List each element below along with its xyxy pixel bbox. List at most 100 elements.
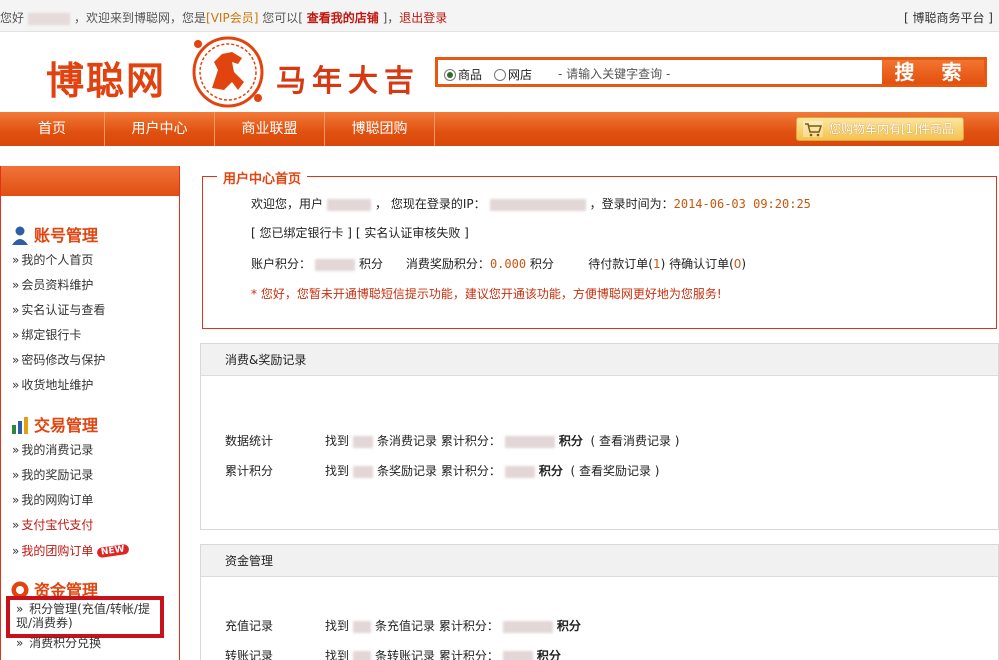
login-time-label: ，登录时间为： — [589, 197, 674, 211]
welcome-box: 用户中心首页 欢迎您，用户 ， 您现在登录的IP： ，登录时间为：2014-06-0… — [202, 168, 997, 329]
view-reward-link[interactable]: ( 查看奖励记录 ) — [571, 464, 660, 478]
reward-unit: 积分 — [529, 257, 554, 271]
sidebar-header — [1, 166, 179, 196]
consume-panel-title: 消费&奖励记录 — [201, 344, 998, 376]
sidebar-item-member-info[interactable]: » 会员资料维护 — [12, 276, 93, 293]
sum-redacted — [504, 465, 535, 478]
horse-emblem-icon — [192, 36, 264, 108]
realname-status[interactable]: [ 实名认证审核失败 ] — [356, 226, 469, 240]
pending-pay-label[interactable]: 待付款订单( — [588, 257, 653, 271]
can-text: 您可以[ — [262, 11, 303, 25]
sms-notice-text: 您好，您暂未开通博聪短信提示功能，建议您开通该功能，方便博聪网更好地为您服务! — [260, 287, 722, 301]
radio-dot-icon — [494, 69, 506, 81]
asterisk-icon: * — [251, 287, 257, 301]
top-bar: 您好 ，欢迎来到博聪网，您是[VIP会员] 您可以[ 查看我的店铺 ]，退出登录 … — [0, 0, 999, 32]
sidebar-item-points-exchange[interactable]: » 消费积分兑换 — [16, 634, 101, 651]
login-time: 2014-06-03 09:20:25 — [673, 197, 811, 211]
points-label: 账户积分： — [251, 257, 312, 271]
sidebar-item-bank-card[interactable]: » 绑定银行卡 — [12, 326, 81, 343]
cart-text: 您购物车内有[1]件商品 — [829, 122, 954, 136]
points-unit: 积分 — [538, 464, 563, 478]
consume-row-label: 数据统计 — [225, 434, 274, 448]
count-redacted — [353, 465, 374, 478]
sidebar-item-address[interactable]: » 收货地址维护 — [12, 376, 93, 393]
search-input[interactable]: - 请输入关键字查询 - — [558, 65, 670, 82]
view-consume-link[interactable]: ( 查看消费记录 ) — [591, 434, 680, 448]
slogan: 马年大吉 — [276, 64, 420, 99]
view-shop-link[interactable]: 查看我的店铺 — [307, 11, 379, 25]
reward-row-label: 累计积分 — [225, 464, 274, 478]
nav-group-buy[interactable]: 博聪团购 — [325, 112, 435, 146]
vip-badge: [VIP会员] — [206, 11, 259, 25]
sidebar-item-realname[interactable]: » 实名认证与查看 — [12, 301, 105, 318]
sms-notice: * 您好，您暂未开通博聪短信提示功能，建议您开通该功能，方便博聪网更好地为您服务… — [251, 285, 722, 302]
close-paren: ) — [741, 257, 747, 271]
username-redacted — [28, 12, 71, 25]
recharge-row: 找到 条充值记录 累计积分： 积分 — [325, 617, 581, 634]
header: 博聪网 马年大吉 商品 网店 - 请输入关键字查询 - 搜 索 — [0, 32, 999, 112]
search-box: 商品 网店 - 请输入关键字查询 - 搜 索 — [435, 57, 987, 87]
points-unit: 积分 — [536, 649, 561, 660]
found-text: 找到 — [325, 619, 350, 633]
sidebar-section-account: 账号管理 — [10, 222, 98, 246]
greeting-prefix: 您好 — [0, 11, 25, 25]
main-nav: 首页 用户中心 商业联盟 博聪团购 您购物车内有[1]件商品 — [0, 112, 999, 146]
pending-pay-count: 1 — [652, 257, 661, 271]
fund-panel-title: 资金管理 — [201, 545, 998, 577]
platform-link[interactable]: [ 博聪商务平台 ] — [904, 9, 993, 26]
nav-home[interactable]: 首页 — [0, 112, 105, 146]
found-text: 找到 — [325, 464, 350, 478]
cart-button[interactable]: 您购物车内有[1]件商品 — [796, 117, 964, 141]
sidebar-item-reward-records[interactable]: » 我的奖励记录 — [12, 466, 93, 483]
sum-redacted — [502, 620, 553, 633]
radio-dot-checked-icon — [444, 69, 456, 81]
sum-redacted — [502, 650, 533, 660]
sidebar-item-consume-records[interactable]: » 我的消费记录 — [12, 441, 93, 458]
points-unit: 积分 — [556, 619, 581, 633]
trade-title: 交易管理 — [34, 416, 99, 435]
sidebar-item-personal-home[interactable]: » 我的个人首页 — [12, 251, 93, 268]
search-button[interactable]: 搜 索 — [882, 60, 984, 84]
trade-chart-icon — [12, 417, 28, 434]
count-redacted — [353, 435, 374, 448]
sidebar-item-password[interactable]: » 密码修改与保护 — [12, 351, 105, 368]
sidebar-item-online-orders[interactable]: » 我的网购订单 — [12, 491, 93, 508]
reward-records-text: 条奖励记录 累计积分： — [377, 464, 501, 478]
pending-confirm-label[interactable]: ) 待确认订单( — [661, 257, 734, 271]
nav-business-alliance[interactable]: 商业联盟 — [215, 112, 325, 146]
points-unit: 积分 — [558, 434, 583, 448]
logout-link[interactable]: 退出登录 — [399, 11, 447, 25]
bank-realname-row: [ 您已绑定银行卡 ] [ 实名认证审核失败 ] — [251, 224, 469, 241]
radio-shop[interactable]: 网店 — [494, 66, 533, 82]
account-title: 账号管理 — [34, 226, 99, 245]
cart-icon — [803, 121, 823, 137]
reward-label: 消费奖励积分： — [405, 257, 490, 271]
consume-panel: 消费&奖励记录 数据统计 找到 条消费记录 累计积分： 积分 ( 查看消费记录 ) … — [200, 343, 999, 530]
ip-label: ， 您现在登录的IP： — [375, 197, 486, 211]
welcome-line: 欢迎您，用户 ， 您现在登录的IP： ，登录时间为：2014-06-03 09:20… — [251, 195, 811, 212]
radio-goods[interactable]: 商品 — [444, 66, 482, 82]
reward-row: 找到 条奖励记录 累计积分： 积分 ( 查看奖励记录 ) — [325, 462, 660, 479]
sidebar-item-alipay[interactable]: » 支付宝代支付 — [12, 516, 93, 533]
ip-redacted — [489, 198, 586, 211]
reward-value: 0.000 — [489, 257, 527, 271]
sidebar-item-points-manage[interactable]: » 积分管理(充值/转帐/提现/消费券) — [16, 602, 162, 630]
sidebar-item-group-orders[interactable]: » 我的团购订单 NEW — [12, 542, 130, 559]
transfer-row: 找到 条转账记录 累计积分： 积分 — [325, 647, 561, 660]
points-row: 账户积分： 积分 消费奖励积分：0.000 积分 待付款订单(1) 待确认订单(0… — [251, 255, 746, 272]
radio-shop-label: 网店 — [508, 68, 533, 82]
bank-status[interactable]: [ 您已绑定银行卡 ] — [251, 226, 352, 240]
site-logo[interactable]: 博聪网 — [46, 50, 166, 105]
sidebar-section-trade: 交易管理 — [10, 412, 98, 436]
welcome-user-label: 欢迎您，用户 — [251, 197, 324, 211]
top-greeting: 您好 ，欢迎来到博聪网，您是[VIP会员] 您可以[ 查看我的店铺 ]，退出登录 — [0, 9, 447, 26]
nav-user-center[interactable]: 用户中心 — [105, 112, 215, 146]
count-redacted — [353, 620, 372, 633]
user-icon — [12, 226, 28, 245]
count-redacted — [353, 650, 372, 660]
fund-panel: 资金管理 充值记录 找到 条充值记录 累计积分： 积分 转账记录 找到 条转账记录 累… — [200, 544, 999, 660]
transfer-row-label: 转账记录 — [225, 649, 274, 660]
sep-text: ]， — [382, 11, 400, 25]
sum-redacted — [504, 435, 555, 448]
username-redacted — [327, 198, 372, 211]
